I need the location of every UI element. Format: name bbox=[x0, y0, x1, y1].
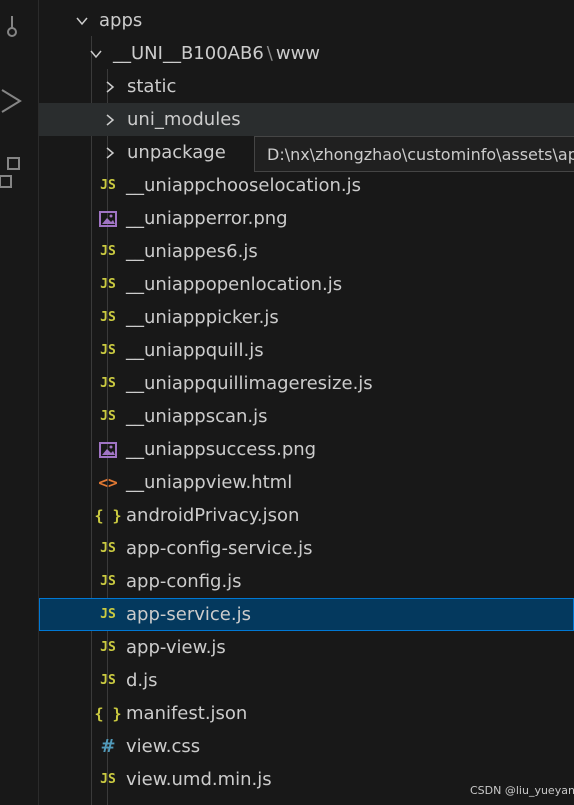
file-item[interactable]: JS __uniappquill.js bbox=[39, 334, 574, 367]
file-item[interactable]: JS __uniappscan.js bbox=[39, 400, 574, 433]
folder-apps[interactable]: apps bbox=[39, 4, 574, 37]
json-icon: { } bbox=[94, 704, 122, 723]
file-item[interactable]: __uniappsuccess.png bbox=[39, 433, 574, 466]
file-label: app-config.js bbox=[126, 571, 242, 592]
folder-label: apps bbox=[99, 10, 143, 31]
folder-static[interactable]: static bbox=[39, 70, 574, 103]
folder-uni-modules[interactable]: uni_modules bbox=[39, 103, 574, 136]
activity-bar bbox=[0, 0, 39, 805]
folder-uni-b100ab6[interactable]: __UNI__B100AB6 \ www bbox=[39, 37, 574, 70]
file-item[interactable]: <> __uniappview.html bbox=[39, 466, 574, 499]
file-label: app-view.js bbox=[126, 637, 226, 658]
path-tooltip: D:\nx\zhongzhao\custominfo\assets\ap bbox=[254, 136, 574, 172]
folder-label: __UNI__B100AB6 bbox=[113, 43, 264, 64]
chevron-down-icon bbox=[75, 11, 89, 31]
js-icon: JS bbox=[100, 178, 116, 193]
file-item[interactable]: JS app-config.js bbox=[39, 565, 574, 598]
file-label: __uniapperror.png bbox=[126, 208, 288, 229]
file-item[interactable]: { } androidPrivacy.json bbox=[39, 499, 574, 532]
file-explorer: apps __UNI__B100AB6 \ www static uni_mod… bbox=[39, 0, 574, 805]
file-item[interactable]: JS __uniappquillimageresize.js bbox=[39, 367, 574, 400]
file-label: __uniappscan.js bbox=[126, 406, 268, 427]
file-label: __uniappquillimageresize.js bbox=[126, 373, 373, 394]
file-label: view.css bbox=[126, 736, 201, 757]
js-icon: JS bbox=[100, 673, 116, 688]
file-label: __uniappquill.js bbox=[126, 340, 264, 361]
file-item[interactable]: JS __uniappopenlocation.js bbox=[39, 268, 574, 301]
folder-label: static bbox=[127, 76, 177, 97]
file-item[interactable]: JS d.js bbox=[39, 664, 574, 697]
file-label: __uniappsuccess.png bbox=[126, 439, 317, 460]
chevron-down-icon bbox=[89, 44, 103, 64]
file-label: androidPrivacy.json bbox=[126, 505, 300, 526]
file-label: d.js bbox=[126, 670, 158, 691]
image-icon bbox=[97, 208, 119, 230]
file-label: __uniappview.html bbox=[126, 472, 293, 493]
js-icon: JS bbox=[100, 640, 116, 655]
js-icon: JS bbox=[100, 409, 116, 424]
file-label: __uniappes6.js bbox=[126, 241, 258, 262]
file-item[interactable]: JS app-config-service.js bbox=[39, 532, 574, 565]
js-icon: JS bbox=[100, 574, 116, 589]
file-item[interactable]: JS app-view.js bbox=[39, 631, 574, 664]
file-item[interactable]: JS __uniapppicker.js bbox=[39, 301, 574, 334]
file-item[interactable]: JS __uniappchooselocation.js bbox=[39, 169, 574, 202]
chevron-right-icon bbox=[103, 110, 117, 130]
file-label: app-config-service.js bbox=[126, 538, 313, 559]
image-icon bbox=[97, 439, 119, 461]
js-icon: JS bbox=[100, 310, 116, 325]
run-debug-icon[interactable] bbox=[0, 84, 24, 118]
file-item[interactable]: { } manifest.json bbox=[39, 697, 574, 730]
chevron-right-icon bbox=[103, 143, 117, 163]
file-label: __uniapppicker.js bbox=[126, 307, 279, 328]
file-label: view.umd.min.js bbox=[126, 769, 272, 790]
folder-label: uni_modules bbox=[127, 109, 241, 130]
folder-label-child: www bbox=[275, 43, 321, 64]
watermark: CSDN @liu_yueyang bbox=[470, 784, 574, 797]
chevron-right-icon bbox=[103, 77, 117, 97]
file-item[interactable]: JS __uniappes6.js bbox=[39, 235, 574, 268]
html-icon: <> bbox=[98, 473, 118, 492]
js-icon: JS bbox=[100, 277, 116, 292]
json-icon: { } bbox=[94, 506, 122, 525]
js-icon: JS bbox=[100, 343, 116, 358]
file-item[interactable]: JS app-service.js bbox=[39, 598, 574, 631]
source-control-icon[interactable] bbox=[0, 10, 24, 44]
file-label: manifest.json bbox=[126, 703, 248, 724]
file-label: app-service.js bbox=[126, 604, 251, 625]
js-icon: JS bbox=[100, 607, 116, 622]
js-icon: JS bbox=[100, 772, 116, 787]
js-icon: JS bbox=[100, 541, 116, 556]
css-icon: # bbox=[100, 736, 116, 757]
file-label: __uniappopenlocation.js bbox=[126, 274, 343, 295]
path-separator: \ bbox=[266, 43, 273, 64]
extensions-icon[interactable] bbox=[0, 152, 24, 188]
js-icon: JS bbox=[100, 244, 116, 259]
file-label: __uniappchooselocation.js bbox=[126, 175, 362, 196]
folder-label: unpackage bbox=[127, 142, 226, 163]
js-icon: JS bbox=[100, 376, 116, 391]
file-item[interactable]: __uniapperror.png bbox=[39, 202, 574, 235]
file-item[interactable]: # view.css bbox=[39, 730, 574, 763]
